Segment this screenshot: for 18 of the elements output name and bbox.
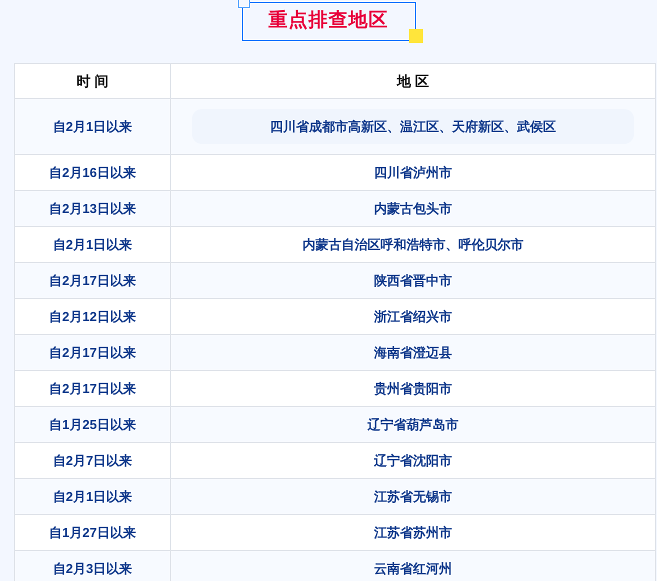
table-cell: 辽宁省葫芦岛市 bbox=[170, 406, 656, 442]
table-cell: 自2月1日以来 bbox=[14, 98, 170, 154]
table-cell: 内蒙古包头市 bbox=[170, 190, 656, 226]
table-cell: 自2月13日以来 bbox=[14, 190, 170, 226]
table-cell: 自2月1日以来 bbox=[14, 478, 170, 514]
table-cell: 自2月17日以来 bbox=[14, 334, 170, 370]
table-cell: 四川省成都市高新区、温江区、天府新区、武侯区 bbox=[192, 108, 634, 144]
table-cell: 自2月3日以来 bbox=[14, 550, 170, 581]
corner-square-icon bbox=[408, 29, 422, 43]
corner-decoration-icon bbox=[238, 0, 250, 8]
table-cell: 海南省澄迈县 bbox=[170, 334, 656, 370]
column-header: 地 区 bbox=[170, 64, 656, 98]
table-cell: 云南省红河州 bbox=[170, 550, 656, 581]
column-header: 时 间 bbox=[14, 64, 170, 98]
table-cell: 陕西省晋中市 bbox=[170, 262, 656, 298]
table-cell: 自2月17日以来 bbox=[14, 262, 170, 298]
table-cell: 自1月25日以来 bbox=[14, 406, 170, 442]
table-cell: 江苏省无锡市 bbox=[170, 478, 656, 514]
